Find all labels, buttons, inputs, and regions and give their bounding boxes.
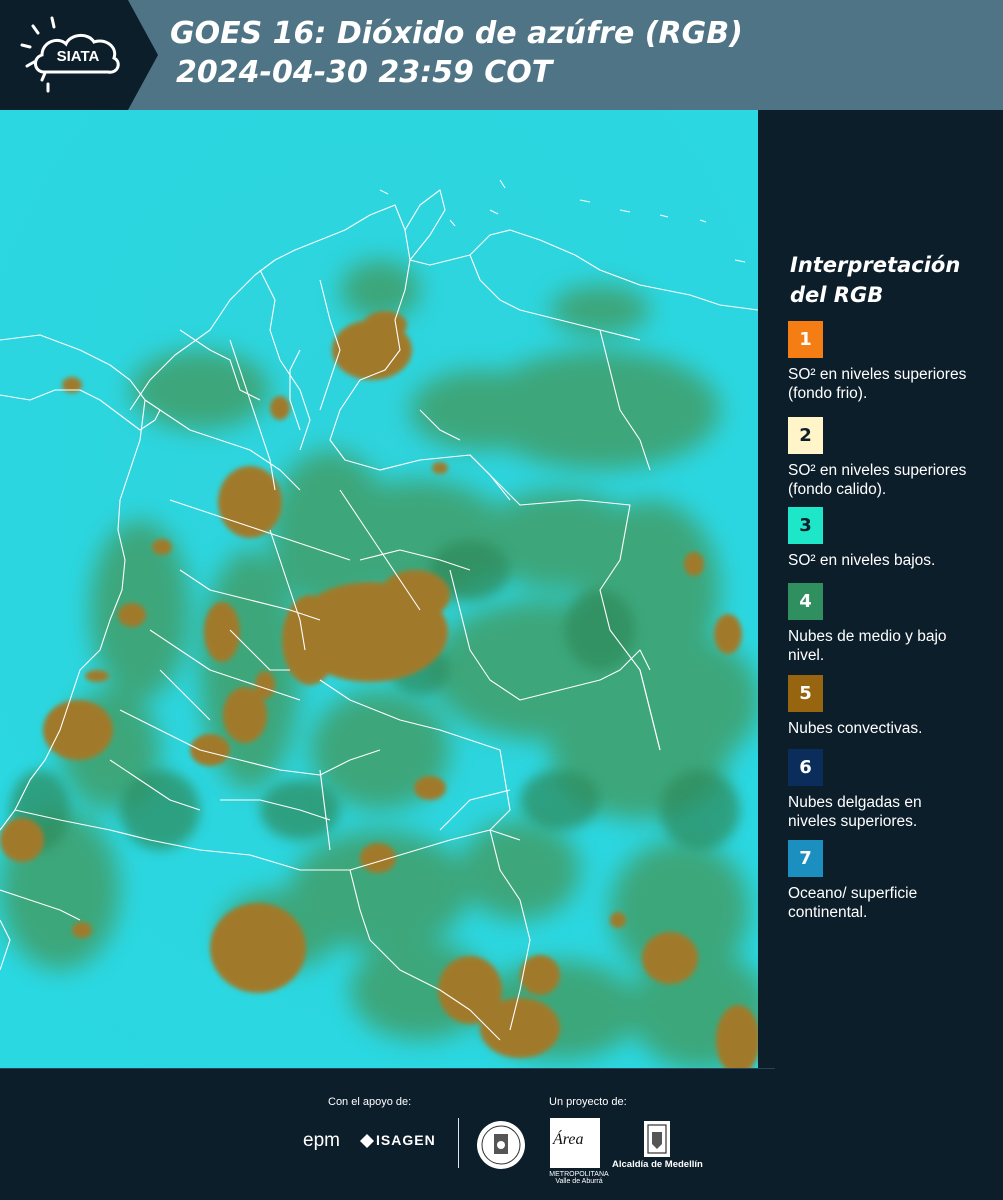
alcaldia-medellin-label: Alcaldía de Medellín <box>612 1159 703 1170</box>
isagen-icon <box>360 1134 374 1148</box>
legend-swatch: 2 <box>788 417 823 454</box>
area-metropolitana-subtitle: METROPOLITANA Valle de Aburrá <box>549 1171 609 1185</box>
legend-swatch: 7 <box>788 840 823 877</box>
siata-logo-text: SIATA <box>57 48 100 65</box>
legend-label: Nubes de medio y bajo nivel. <box>788 628 947 664</box>
siata-logo: SIATA <box>0 0 160 110</box>
medellin-seal-icon <box>477 1121 525 1169</box>
legend-swatch: 6 <box>788 749 823 786</box>
legend-label: Oceano/ superficie continental. <box>788 885 918 921</box>
footer: Con el apoyo de: Un proyecto de: epm ISA… <box>0 1068 1003 1200</box>
satellite-map <box>0 110 758 1068</box>
legend-swatch: 3 <box>788 507 823 544</box>
legend-swatch: 4 <box>788 583 823 620</box>
alcaldia-crest-icon <box>644 1121 670 1157</box>
support-label: Con el apoyo de: <box>328 1096 412 1108</box>
project-label: Un proyecto de: <box>549 1096 627 1108</box>
area-metropolitana-wordmark: Área <box>553 1131 584 1148</box>
legend-label: Nubes delgadas en niveles superiores. <box>788 794 922 830</box>
timestamp: 2024-04-30 23:59 COT <box>176 55 553 90</box>
map-canvas <box>0 110 758 1068</box>
footer-divider <box>0 1068 775 1069</box>
isagen-logo: ISAGEN <box>376 1132 436 1148</box>
legend-label: SO² en niveles bajos. <box>788 552 936 569</box>
logo-separator <box>458 1118 459 1168</box>
legend-panel: Interpretación del RGB 1 SO² en niveles … <box>760 110 1003 1068</box>
legend-label: SO² en niveles superiores (fondo frio). <box>788 366 967 402</box>
header-bar: SIATA GOES 16: Dióxido de azúfre (RGB) 2… <box>0 0 1003 110</box>
legend-label: Nubes convectivas. <box>788 720 923 737</box>
legend-label: SO² en niveles superiores (fondo calido)… <box>788 462 967 498</box>
legend-swatch: 5 <box>788 675 823 712</box>
epm-logo: epm <box>303 1130 340 1151</box>
page-title: GOES 16: Dióxido de azúfre (RGB) <box>170 16 743 51</box>
legend-swatch: 1 <box>788 321 823 358</box>
legend-title: Interpretación del RGB <box>790 253 961 307</box>
